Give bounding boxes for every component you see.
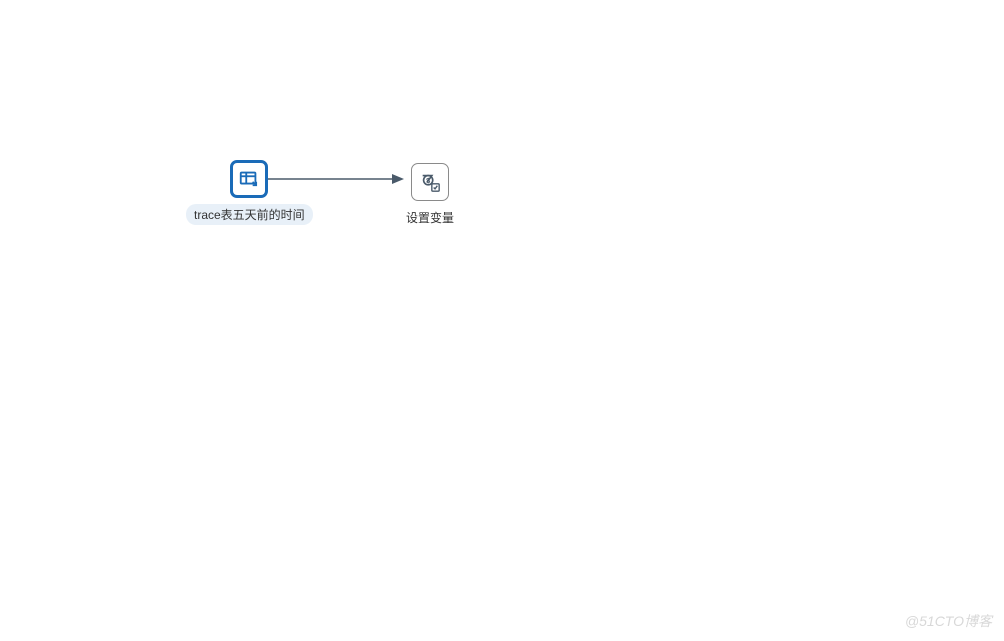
set-variable-icon: $: [411, 163, 449, 201]
node-trace-table[interactable]: trace表五天前的时间: [186, 160, 313, 225]
node-set-variable[interactable]: $ 设置变量: [398, 163, 462, 228]
watermark-text: @51CTO博客: [905, 611, 992, 631]
workflow-canvas[interactable]: trace表五天前的时间 $ 设置变量 @51CTO博客: [0, 0, 1004, 641]
node-label: trace表五天前的时间: [186, 204, 313, 225]
table-input-icon: [230, 160, 268, 198]
node-label: 设置变量: [398, 207, 462, 228]
svg-text:$: $: [426, 176, 430, 185]
